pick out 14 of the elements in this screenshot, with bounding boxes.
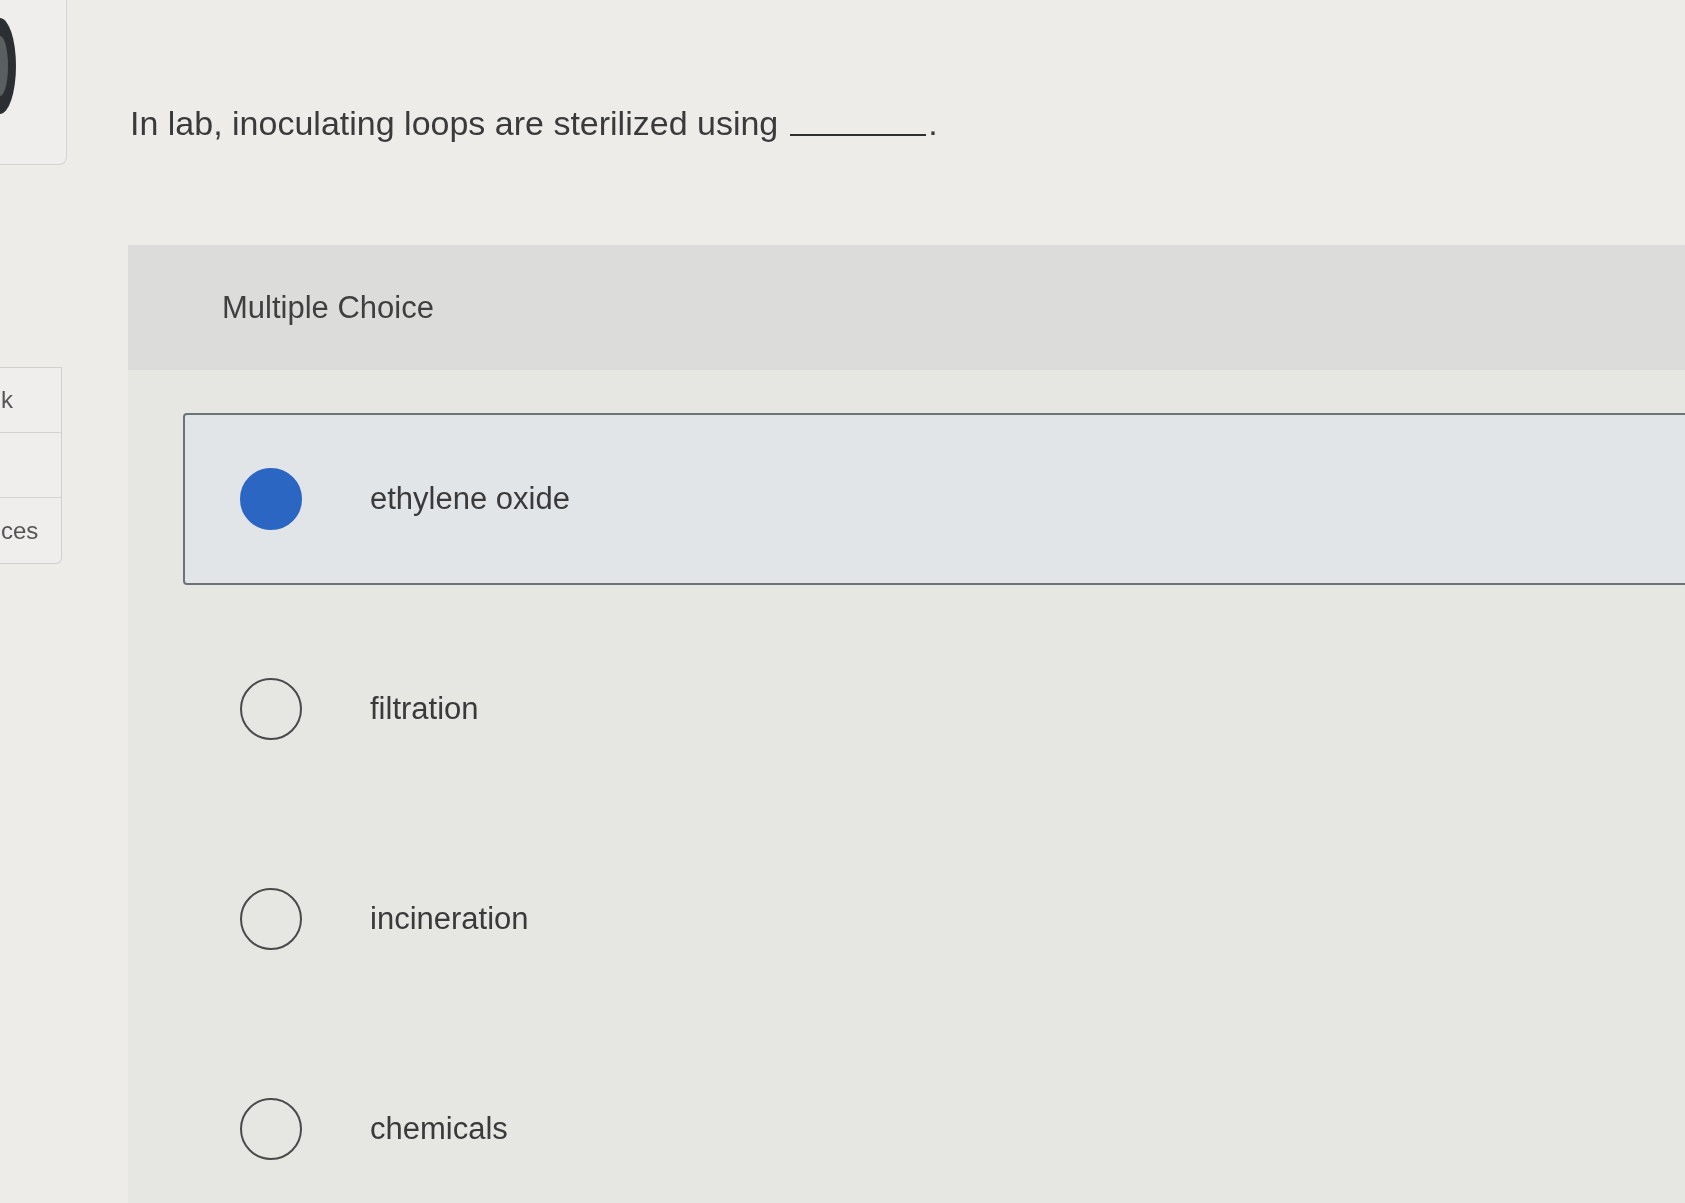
sidebar-item[interactable]: ces [0,498,61,563]
sidebar-item[interactable]: k [0,368,61,433]
question-type-label: Multiple Choice [222,289,434,326]
radio-button[interactable] [240,888,302,950]
question-period: . [928,104,938,143]
radio-button[interactable] [240,1098,302,1160]
question-text: In lab, inoculating loops are sterilized using [130,104,779,143]
option-label[interactable]: ethylene oxide [370,481,570,517]
option-label[interactable]: incineration [370,901,529,937]
radio-button[interactable] [240,678,302,740]
ring-icon [0,18,16,114]
option-label[interactable]: chemicals [370,1111,508,1147]
selected-option-highlight[interactable]: ethylene oxide [183,413,1685,585]
option-label[interactable]: filtration [370,691,479,727]
